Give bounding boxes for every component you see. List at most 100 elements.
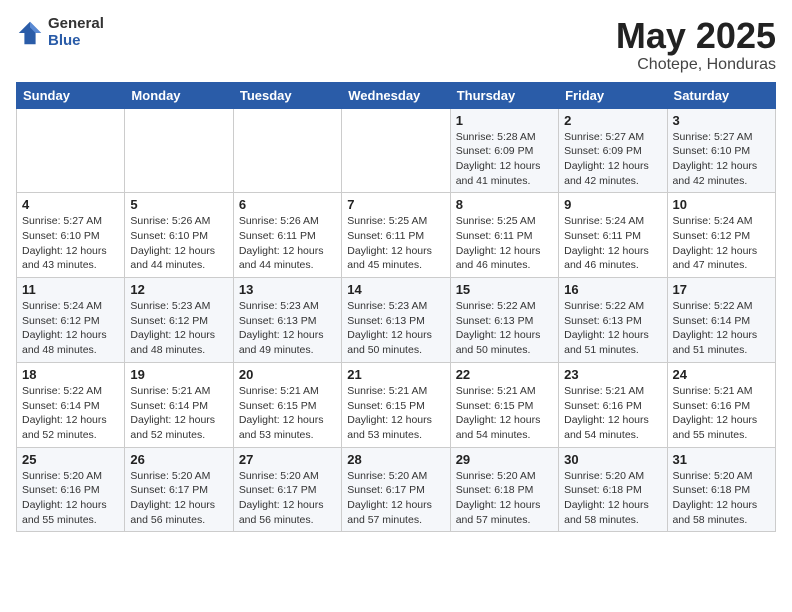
weekday-header-row: SundayMondayTuesdayWednesdayThursdayFrid… bbox=[17, 82, 776, 108]
day-info: Sunrise: 5:27 AM Sunset: 6:10 PM Dayligh… bbox=[673, 130, 770, 189]
calendar-week-2: 4Sunrise: 5:27 AM Sunset: 6:10 PM Daylig… bbox=[17, 193, 776, 278]
day-number: 21 bbox=[347, 367, 444, 382]
day-number: 30 bbox=[564, 452, 661, 467]
calendar-week-3: 11 Sunrise: 5:24 AM Sunset: 6:12 PM Dayli… bbox=[17, 278, 776, 363]
weekday-header-friday: Friday bbox=[559, 82, 667, 108]
day-number: 5 bbox=[130, 197, 227, 212]
day-info: Sunrise: 5:21 AM Sunset: 6:16 PM Dayligh… bbox=[673, 384, 770, 443]
day-info: Sunrise: 5:25 AM Sunset: 6:11 PM Dayligh… bbox=[456, 214, 553, 273]
title-block: May 2025 Chotepe, Honduras bbox=[616, 16, 776, 74]
day-info: Sunrise: 5:22 AM Sunset: 6:13 PM Dayligh… bbox=[564, 299, 661, 358]
weekday-header-sunday: Sunday bbox=[17, 82, 125, 108]
calendar-day-16: 16 Sunrise: 5:22 AM Sunset: 6:13 PM Dayli… bbox=[559, 278, 667, 363]
calendar-week-4: 18 Sunrise: 5:22 AM Sunset: 6:14 PM Dayli… bbox=[17, 362, 776, 447]
calendar-day-12: 12 Sunrise: 5:23 AM Sunset: 6:12 PM Dayli… bbox=[125, 278, 233, 363]
day-info: Sunrise: 5:23 AM Sunset: 6:13 PM Dayligh… bbox=[347, 299, 444, 358]
calendar-day-28: 28 Sunrise: 5:20 AM Sunset: 6:17 PM Dayli… bbox=[342, 447, 450, 532]
day-number: 7 bbox=[347, 197, 444, 212]
day-info: Sunrise: 5:21 AM Sunset: 6:15 PM Dayligh… bbox=[347, 384, 444, 443]
calendar-empty-cell bbox=[233, 108, 341, 193]
day-number: 25 bbox=[22, 452, 119, 467]
day-number: 19 bbox=[130, 367, 227, 382]
day-number: 27 bbox=[239, 452, 336, 467]
calendar-empty-cell bbox=[342, 108, 450, 193]
day-info: Sunrise: 5:27 AM Sunset: 6:09 PM Dayligh… bbox=[564, 130, 661, 189]
day-number: 18 bbox=[22, 367, 119, 382]
day-number: 9 bbox=[564, 197, 661, 212]
day-info: Sunrise: 5:26 AM Sunset: 6:10 PM Dayligh… bbox=[130, 214, 227, 273]
calendar-day-5: 5 Sunrise: 5:26 AM Sunset: 6:10 PM Daylig… bbox=[125, 193, 233, 278]
day-info: Sunrise: 5:20 AM Sunset: 6:17 PM Dayligh… bbox=[130, 469, 227, 528]
calendar-day-29: 29 Sunrise: 5:20 AM Sunset: 6:18 PM Dayli… bbox=[450, 447, 558, 532]
day-number: 3 bbox=[673, 113, 770, 128]
page-header: General Blue May 2025 Chotepe, Honduras bbox=[16, 16, 776, 74]
calendar-day-27: 27 Sunrise: 5:20 AM Sunset: 6:17 PM Dayli… bbox=[233, 447, 341, 532]
day-info: Sunrise: 5:21 AM Sunset: 6:15 PM Dayligh… bbox=[456, 384, 553, 443]
day-number: 17 bbox=[673, 282, 770, 297]
calendar-day-6: 6 Sunrise: 5:26 AM Sunset: 6:11 PM Daylig… bbox=[233, 193, 341, 278]
day-number: 13 bbox=[239, 282, 336, 297]
day-number: 23 bbox=[564, 367, 661, 382]
calendar-day-22: 22Sunrise: 5:21 AM Sunset: 6:15 PM Dayli… bbox=[450, 362, 558, 447]
day-number: 12 bbox=[130, 282, 227, 297]
day-number: 28 bbox=[347, 452, 444, 467]
calendar-empty-cell bbox=[125, 108, 233, 193]
calendar-day-2: 2 Sunrise: 5:27 AM Sunset: 6:09 PM Daylig… bbox=[559, 108, 667, 193]
calendar-day-11: 11 Sunrise: 5:24 AM Sunset: 6:12 PM Dayli… bbox=[17, 278, 125, 363]
day-info: Sunrise: 5:21 AM Sunset: 6:14 PM Dayligh… bbox=[130, 384, 227, 443]
day-info: Sunrise: 5:22 AM Sunset: 6:14 PM Dayligh… bbox=[673, 299, 770, 358]
day-info: Sunrise: 5:26 AM Sunset: 6:11 PM Dayligh… bbox=[239, 214, 336, 273]
day-info: Sunrise: 5:20 AM Sunset: 6:17 PM Dayligh… bbox=[347, 469, 444, 528]
calendar-week-1: 1 Sunrise: 5:28 AM Sunset: 6:09 PM Daylig… bbox=[17, 108, 776, 193]
day-number: 26 bbox=[130, 452, 227, 467]
calendar-day-17: 17 Sunrise: 5:22 AM Sunset: 6:14 PM Dayli… bbox=[667, 278, 775, 363]
day-number: 16 bbox=[564, 282, 661, 297]
calendar-day-4: 4Sunrise: 5:27 AM Sunset: 6:10 PM Daylig… bbox=[17, 193, 125, 278]
calendar-day-21: 21 Sunrise: 5:21 AM Sunset: 6:15 PM Dayli… bbox=[342, 362, 450, 447]
day-info: Sunrise: 5:28 AM Sunset: 6:09 PM Dayligh… bbox=[456, 130, 553, 189]
weekday-header-wednesday: Wednesday bbox=[342, 82, 450, 108]
day-info: Sunrise: 5:22 AM Sunset: 6:13 PM Dayligh… bbox=[456, 299, 553, 358]
calendar-day-14: 14 Sunrise: 5:23 AM Sunset: 6:13 PM Dayli… bbox=[342, 278, 450, 363]
calendar-empty-cell bbox=[17, 108, 125, 193]
calendar-day-20: 20Sunrise: 5:21 AM Sunset: 6:15 PM Dayli… bbox=[233, 362, 341, 447]
day-info: Sunrise: 5:24 AM Sunset: 6:12 PM Dayligh… bbox=[673, 214, 770, 273]
day-number: 1 bbox=[456, 113, 553, 128]
calendar-day-18: 18 Sunrise: 5:22 AM Sunset: 6:14 PM Dayli… bbox=[17, 362, 125, 447]
day-number: 14 bbox=[347, 282, 444, 297]
day-info: Sunrise: 5:20 AM Sunset: 6:18 PM Dayligh… bbox=[456, 469, 553, 528]
weekday-header-saturday: Saturday bbox=[667, 82, 775, 108]
weekday-header-tuesday: Tuesday bbox=[233, 82, 341, 108]
day-number: 2 bbox=[564, 113, 661, 128]
day-number: 20 bbox=[239, 367, 336, 382]
calendar-day-31: 31 Sunrise: 5:20 AM Sunset: 6:18 PM Dayli… bbox=[667, 447, 775, 532]
calendar-day-13: 13Sunrise: 5:23 AM Sunset: 6:13 PM Dayli… bbox=[233, 278, 341, 363]
calendar-table: SundayMondayTuesdayWednesdayThursdayFrid… bbox=[16, 82, 776, 533]
day-number: 15 bbox=[456, 282, 553, 297]
calendar-title: May 2025 bbox=[616, 16, 776, 56]
day-number: 10 bbox=[673, 197, 770, 212]
logo-icon bbox=[16, 19, 44, 47]
calendar-day-30: 30Sunrise: 5:20 AM Sunset: 6:18 PM Dayli… bbox=[559, 447, 667, 532]
calendar-day-10: 10 Sunrise: 5:24 AM Sunset: 6:12 PM Dayli… bbox=[667, 193, 775, 278]
logo: General Blue bbox=[16, 16, 104, 49]
day-info: Sunrise: 5:22 AM Sunset: 6:14 PM Dayligh… bbox=[22, 384, 119, 443]
day-number: 11 bbox=[22, 282, 119, 297]
day-number: 29 bbox=[456, 452, 553, 467]
calendar-day-9: 9 Sunrise: 5:24 AM Sunset: 6:11 PM Daylig… bbox=[559, 193, 667, 278]
day-number: 6 bbox=[239, 197, 336, 212]
calendar-day-23: 23Sunrise: 5:21 AM Sunset: 6:16 PM Dayli… bbox=[559, 362, 667, 447]
calendar-location: Chotepe, Honduras bbox=[616, 56, 776, 74]
day-info: Sunrise: 5:24 AM Sunset: 6:11 PM Dayligh… bbox=[564, 214, 661, 273]
day-info: Sunrise: 5:23 AM Sunset: 6:12 PM Dayligh… bbox=[130, 299, 227, 358]
day-number: 31 bbox=[673, 452, 770, 467]
calendar-day-25: 25Sunrise: 5:20 AM Sunset: 6:16 PM Dayli… bbox=[17, 447, 125, 532]
logo-general-text: General bbox=[48, 16, 104, 33]
calendar-day-7: 7Sunrise: 5:25 AM Sunset: 6:11 PM Daylig… bbox=[342, 193, 450, 278]
day-info: Sunrise: 5:20 AM Sunset: 6:18 PM Dayligh… bbox=[673, 469, 770, 528]
day-number: 8 bbox=[456, 197, 553, 212]
day-info: Sunrise: 5:24 AM Sunset: 6:12 PM Dayligh… bbox=[22, 299, 119, 358]
weekday-header-thursday: Thursday bbox=[450, 82, 558, 108]
calendar-day-8: 8 Sunrise: 5:25 AM Sunset: 6:11 PM Daylig… bbox=[450, 193, 558, 278]
day-info: Sunrise: 5:20 AM Sunset: 6:17 PM Dayligh… bbox=[239, 469, 336, 528]
